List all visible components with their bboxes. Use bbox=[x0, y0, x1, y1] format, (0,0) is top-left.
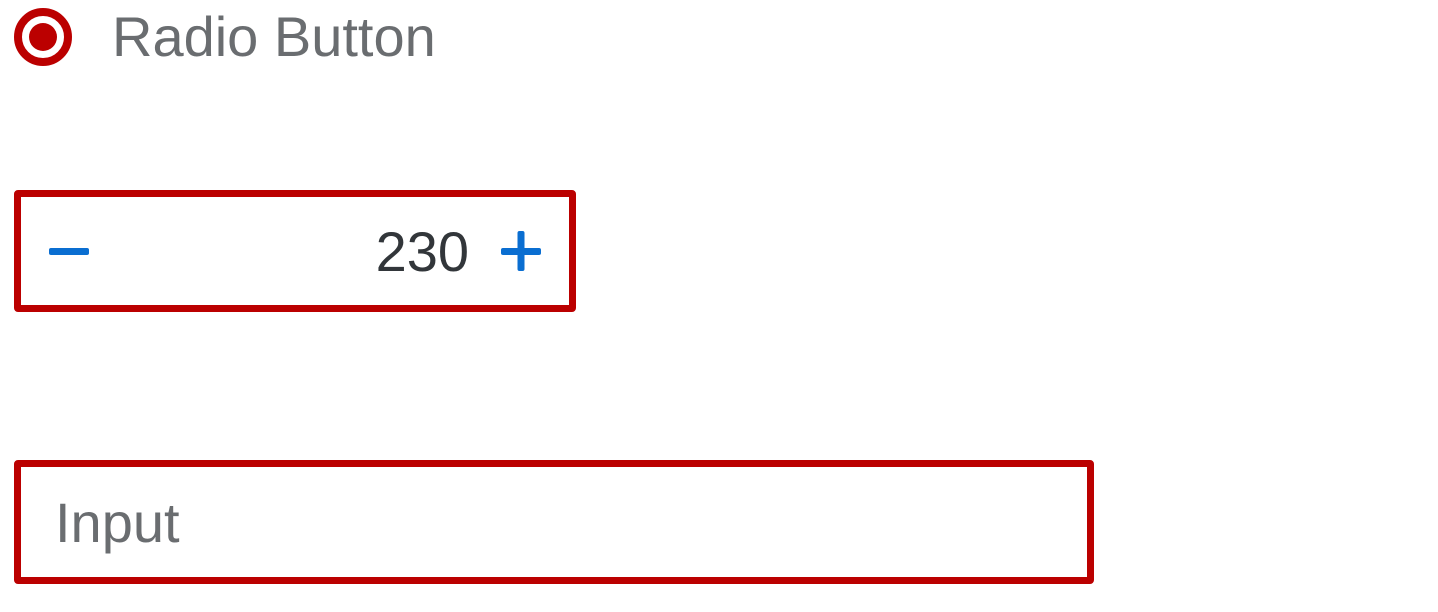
text-input-wrapper bbox=[14, 460, 1094, 584]
radio-selected-dot-icon bbox=[29, 23, 57, 51]
text-input[interactable] bbox=[21, 467, 1087, 577]
step-input-increment-button[interactable] bbox=[473, 197, 569, 305]
plus-icon bbox=[497, 227, 545, 275]
radio-button[interactable] bbox=[14, 8, 72, 66]
minus-icon bbox=[45, 227, 93, 275]
step-input-decrement-button[interactable] bbox=[21, 197, 117, 305]
step-input-value[interactable]: 230 bbox=[117, 197, 473, 305]
step-input: 230 bbox=[14, 190, 576, 312]
radio-button-label: Radio Button bbox=[112, 9, 436, 65]
radio-button-row: Radio Button bbox=[14, 8, 436, 66]
